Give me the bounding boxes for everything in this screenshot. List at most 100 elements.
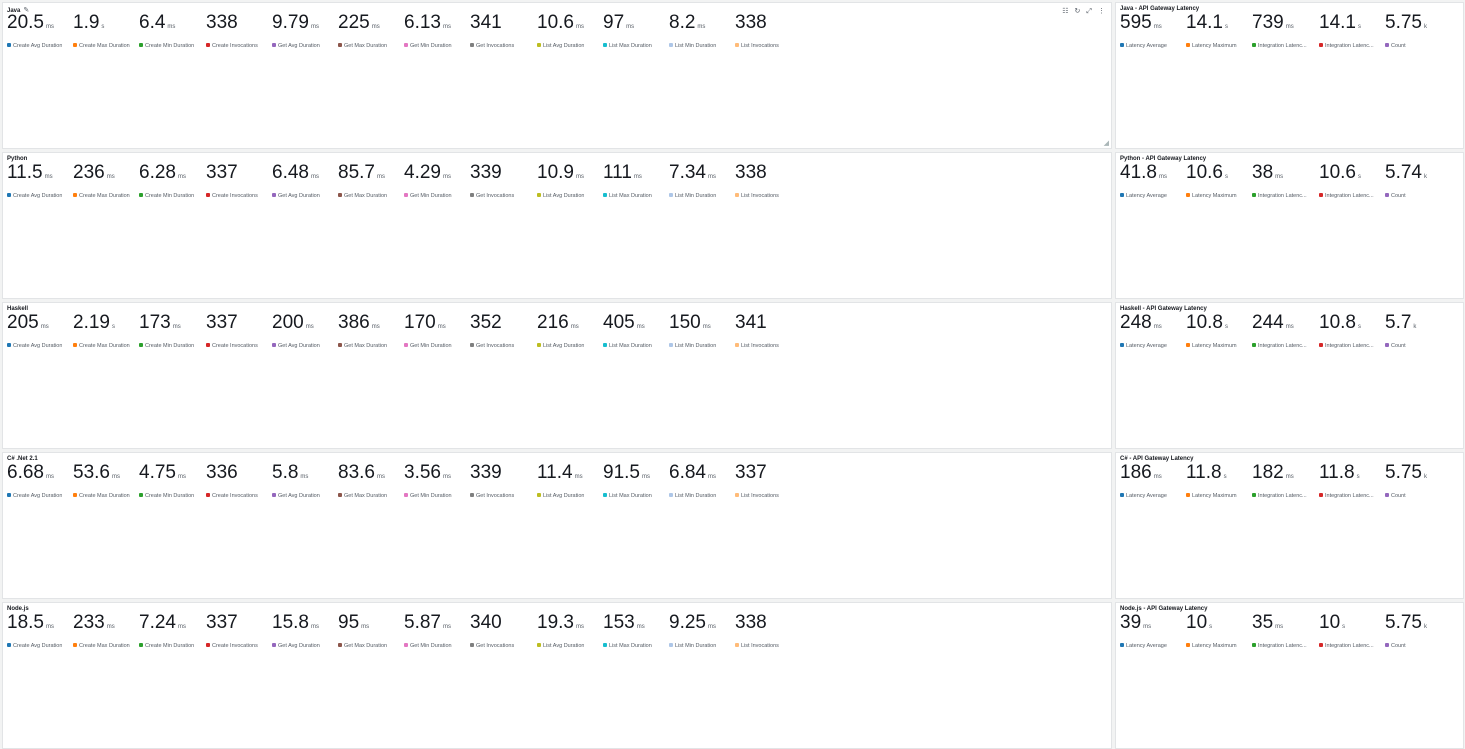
lambda-metric[interactable]: 405 ms List Max Duration [603,313,669,349]
lambda-metric[interactable]: 340 Get Invocations [470,613,536,649]
lambda-metric[interactable]: 53.6 ms Create Max Duration [73,463,139,499]
lambda-metric[interactable]: 341 List Invocations [735,313,801,349]
lambda-metric[interactable]: 6.48 ms Get Avg Duration [272,163,338,199]
lambda-metric[interactable]: 19.3 ms List Avg Duration [537,613,603,649]
api-metric[interactable]: 41.8 ms Latency Average [1120,163,1186,199]
refresh-icon[interactable]: ↻ [1075,8,1081,15]
lambda-metric[interactable]: 111 ms List Max Duration [603,163,669,199]
api-metric[interactable]: 10.6 s Latency Maximum [1186,163,1252,199]
lambda-widget[interactable]: C# .Net 2.1 6.68 ms Create Avg Duration 53.6… [2,452,1112,599]
lambda-metric[interactable]: 5.8 ms Get Avg Duration [272,463,338,499]
lambda-metric[interactable]: 386 ms Get Max Duration [338,313,404,349]
lambda-metric[interactable]: 8.2 ms List Min Duration [669,13,735,49]
lambda-metric[interactable]: 11.4 ms List Avg Duration [537,463,603,499]
lambda-metric[interactable]: 9.79 ms Get Avg Duration [272,13,338,49]
lambda-metric[interactable]: 95 ms Get Max Duration [338,613,404,649]
lambda-metric[interactable]: 10.6 ms List Avg Duration [537,13,603,49]
api-metric[interactable]: 244 ms Integration Latenc... [1252,313,1318,349]
lambda-metric[interactable]: 341 Get Invocations [470,13,536,49]
api-metric[interactable]: 14.1 s Integration Latenc... [1319,13,1385,49]
lambda-widget[interactable]: Python 11.5 ms Create Avg Duration 236 ms Crea… [2,152,1112,299]
lambda-metric[interactable]: 7.24 ms Create Min Duration [139,613,205,649]
lambda-metric[interactable]: 233 ms Create Max Duration [73,613,139,649]
api-metric[interactable]: 14.1 s Latency Maximum [1186,13,1252,49]
api-gateway-widget[interactable]: Java - API Gateway Latency 595 ms Latency A… [1115,2,1464,149]
lambda-metric[interactable]: 6.68 ms Create Avg Duration [7,463,73,499]
api-metric[interactable]: 248 ms Latency Average [1120,313,1186,349]
lambda-metric[interactable]: 15.8 ms Get Avg Duration [272,613,338,649]
lambda-metric[interactable]: 9.25 ms List Min Duration [669,613,735,649]
lambda-metric[interactable]: 91.5 ms List Max Duration [603,463,669,499]
api-gateway-widget[interactable]: Python - API Gateway Latency 41.8 ms Latenc… [1115,152,1464,299]
lambda-metric[interactable]: 6.13 ms Get Min Duration [404,13,470,49]
api-metric[interactable]: 10 s Latency Maximum [1186,613,1252,649]
api-metric[interactable]: 39 ms Latency Average [1120,613,1186,649]
api-metric[interactable]: 5.75 k Count [1385,613,1451,649]
lambda-metric[interactable]: 338 List Invocations [735,13,801,49]
lambda-metric[interactable]: 83.6 ms Get Max Duration [338,463,404,499]
api-metric[interactable]: 5.7 k Count [1385,313,1451,349]
api-gateway-widget[interactable]: Haskell - API Gateway Latency 248 ms Latenc… [1115,302,1464,449]
api-metric[interactable]: 35 ms Integration Latenc... [1252,613,1318,649]
api-metric[interactable]: 11.8 s Latency Maximum [1186,463,1252,499]
lambda-metric[interactable]: 2.19 s Create Max Duration [73,313,139,349]
api-metric[interactable]: 10.8 s Latency Maximum [1186,313,1252,349]
lambda-metric[interactable]: 337 Create Invocations [206,163,272,199]
api-metric[interactable]: 38 ms Integration Latenc... [1252,163,1318,199]
lambda-metric[interactable]: 4.29 ms Get Min Duration [404,163,470,199]
lambda-metric[interactable]: 205 ms Create Avg Duration [7,313,73,349]
lambda-metric[interactable]: 337 Create Invocations [206,313,272,349]
api-gateway-widget[interactable]: C# - API Gateway Latency 186 ms Latency Ave… [1115,452,1464,599]
expand-icon[interactable]: ⤢ [1086,8,1092,15]
lambda-metric[interactable]: 338 List Invocations [735,613,801,649]
lambda-metric[interactable]: 3.56 ms Get Min Duration [404,463,470,499]
more-options-icon[interactable]: ⋮ [1098,8,1105,15]
lambda-metric[interactable]: 336 Create Invocations [206,463,272,499]
api-metric[interactable]: 5.74 k Count [1385,163,1451,199]
lambda-metric[interactable]: 10.9 ms List Avg Duration [537,163,603,199]
api-metric[interactable]: 595 ms Latency Average [1120,13,1186,49]
api-metric[interactable]: 5.75 k Count [1385,13,1451,49]
lambda-metric[interactable]: 85.7 ms Get Max Duration [338,163,404,199]
lambda-metric[interactable]: 97 ms List Max Duration [603,13,669,49]
api-metric[interactable]: 739 ms Integration Latenc... [1252,13,1318,49]
api-metric[interactable]: 11.8 s Integration Latenc... [1319,463,1385,499]
api-metric[interactable]: 5.75 k Count [1385,463,1451,499]
api-metric[interactable]: 10 s Integration Latenc... [1319,613,1385,649]
lambda-widget[interactable]: Haskell 205 ms Create Avg Duration 2.19 s Crea… [2,302,1112,449]
document-icon[interactable]: ☷ [1062,8,1068,15]
lambda-metric[interactable]: 7.34 ms List Min Duration [669,163,735,199]
lambda-metric[interactable]: 1.9 s Create Max Duration [73,13,139,49]
resize-handle-icon[interactable]: ◢ [1104,139,1109,147]
lambda-widget[interactable]: Java ✎ ☷ ↻ ⤢ ⋮ ◢ 20.5 ms Create Avg Duration 1.9 s C… [2,2,1112,149]
lambda-metric[interactable]: 18.5 ms Create Avg Duration [7,613,73,649]
lambda-metric[interactable]: 337 List Invocations [735,463,801,499]
lambda-metric[interactable]: 337 Create Invocations [206,613,272,649]
lambda-metric[interactable]: 225 ms Get Max Duration [338,13,404,49]
lambda-metric[interactable]: 6.28 ms Create Min Duration [139,163,205,199]
lambda-metric[interactable]: 20.5 ms Create Avg Duration [7,13,73,49]
lambda-metric[interactable]: 170 ms Get Min Duration [404,313,470,349]
api-metric[interactable]: 10.6 s Integration Latenc... [1319,163,1385,199]
lambda-metric[interactable]: 4.75 ms Create Min Duration [139,463,205,499]
lambda-metric[interactable]: 339 Get Invocations [470,463,536,499]
lambda-metric[interactable]: 11.5 ms Create Avg Duration [7,163,73,199]
lambda-widget[interactable]: Node.js 18.5 ms Create Avg Duration 233 ms Cre… [2,602,1112,749]
lambda-metric[interactable]: 200 ms Get Avg Duration [272,313,338,349]
api-metric[interactable]: 182 ms Integration Latenc... [1252,463,1318,499]
lambda-metric[interactable]: 150 ms List Min Duration [669,313,735,349]
lambda-metric[interactable]: 352 Get Invocations [470,313,536,349]
api-metric[interactable]: 10.8 s Integration Latenc... [1319,313,1385,349]
lambda-metric[interactable]: 338 Create Invocations [206,13,272,49]
lambda-metric[interactable]: 153 ms List Max Duration [603,613,669,649]
lambda-metric[interactable]: 216 ms List Avg Duration [537,313,603,349]
api-metric[interactable]: 186 ms Latency Average [1120,463,1186,499]
lambda-metric[interactable]: 339 Get Invocations [470,163,536,199]
api-gateway-widget[interactable]: Node.js - API Gateway Latency 39 ms Latency… [1115,602,1464,749]
lambda-metric[interactable]: 338 List Invocations [735,163,801,199]
lambda-metric[interactable]: 6.84 ms List Min Duration [669,463,735,499]
lambda-metric[interactable]: 6.4 ms Create Min Duration [139,13,205,49]
lambda-metric[interactable]: 173 ms Create Min Duration [139,313,205,349]
lambda-metric[interactable]: 5.87 ms Get Min Duration [404,613,470,649]
lambda-metric[interactable]: 236 ms Create Max Duration [73,163,139,199]
